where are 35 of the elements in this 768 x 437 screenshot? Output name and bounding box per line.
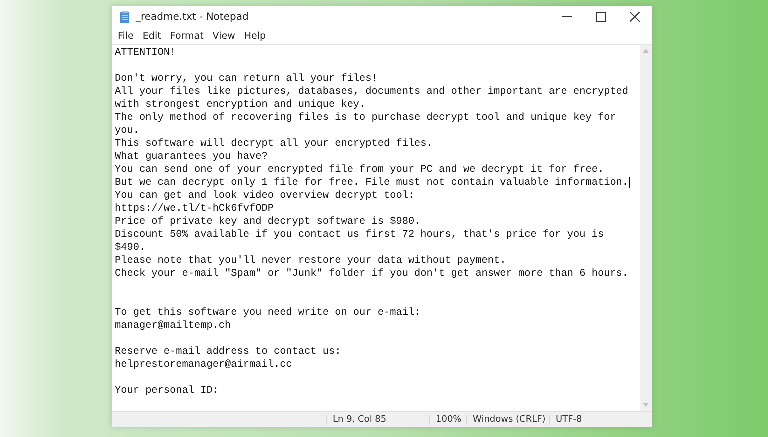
menu-item[interactable]: Help <box>240 30 270 42</box>
menu-item[interactable]: Edit <box>138 30 166 42</box>
text-line: Price of private key and decrypt software is $980. <box>115 217 421 228</box>
text-line: helprestoremanager@airmail.cc <box>115 360 292 371</box>
encoding: UTF-8 <box>556 414 582 424</box>
text-line: You can get and look video overview decrypt tool: <box>115 191 415 202</box>
text-line: Reserve e-mail address to contact us: <box>115 347 342 358</box>
text-line: Don't worry, you can return all your files! <box>115 74 378 85</box>
menu-item[interactable]: File <box>114 30 138 42</box>
window-title: _readme.txt - Notepad <box>136 12 250 22</box>
text-line: Your personal ID: <box>115 386 219 397</box>
maximize-icon[interactable] <box>596 12 606 22</box>
zoom-level: 100% <box>436 414 462 424</box>
text-line: To get this software you need write on our e-mail: <box>115 308 421 319</box>
text-line: https://we.tl/t-hCk6fvfODP <box>115 204 274 215</box>
text-line: The only method of recovering files is to purchase decrypt tool and unique key for <box>115 113 616 124</box>
text-line: But we can decrypt only 1 file for free. File must not contain valuable information. <box>115 178 629 190</box>
menu-item[interactable]: Format <box>166 30 208 42</box>
menu-item[interactable]: View <box>208 30 240 42</box>
text-line: manager@mailtemp.ch <box>115 321 232 332</box>
text-line: $490. <box>115 243 146 254</box>
text-line: with strongest encryption and unique key. <box>115 100 366 111</box>
text-line: This software will decrypt all your encrypted files. <box>115 139 433 150</box>
text-line: All your files like pictures, databases, documents and other important are encrypted <box>115 87 629 98</box>
text-line: Discount 50% available if you contact us first 72 hours, that's price for you is <box>115 230 604 241</box>
close-icon[interactable] <box>630 12 640 22</box>
line-ending: Windows (CRLF) <box>473 414 546 424</box>
notepad-icon <box>120 10 130 24</box>
text-line: What guarantees you have? <box>115 152 268 163</box>
text-line: You can send one of your encrypted file from your PC and we decrypt it for free. <box>115 165 604 176</box>
text-line: ATTENTION! <box>115 48 176 59</box>
text-line: Check your e-mail "Spam" or "Junk" folder if you don't get answer more than 6 hours. <box>115 269 629 280</box>
text-line: you. <box>115 126 140 137</box>
text-line: Please note that you'll never restore your data without payment. <box>115 256 506 267</box>
cursor-position: Ln 9, Col 85 <box>333 414 387 424</box>
